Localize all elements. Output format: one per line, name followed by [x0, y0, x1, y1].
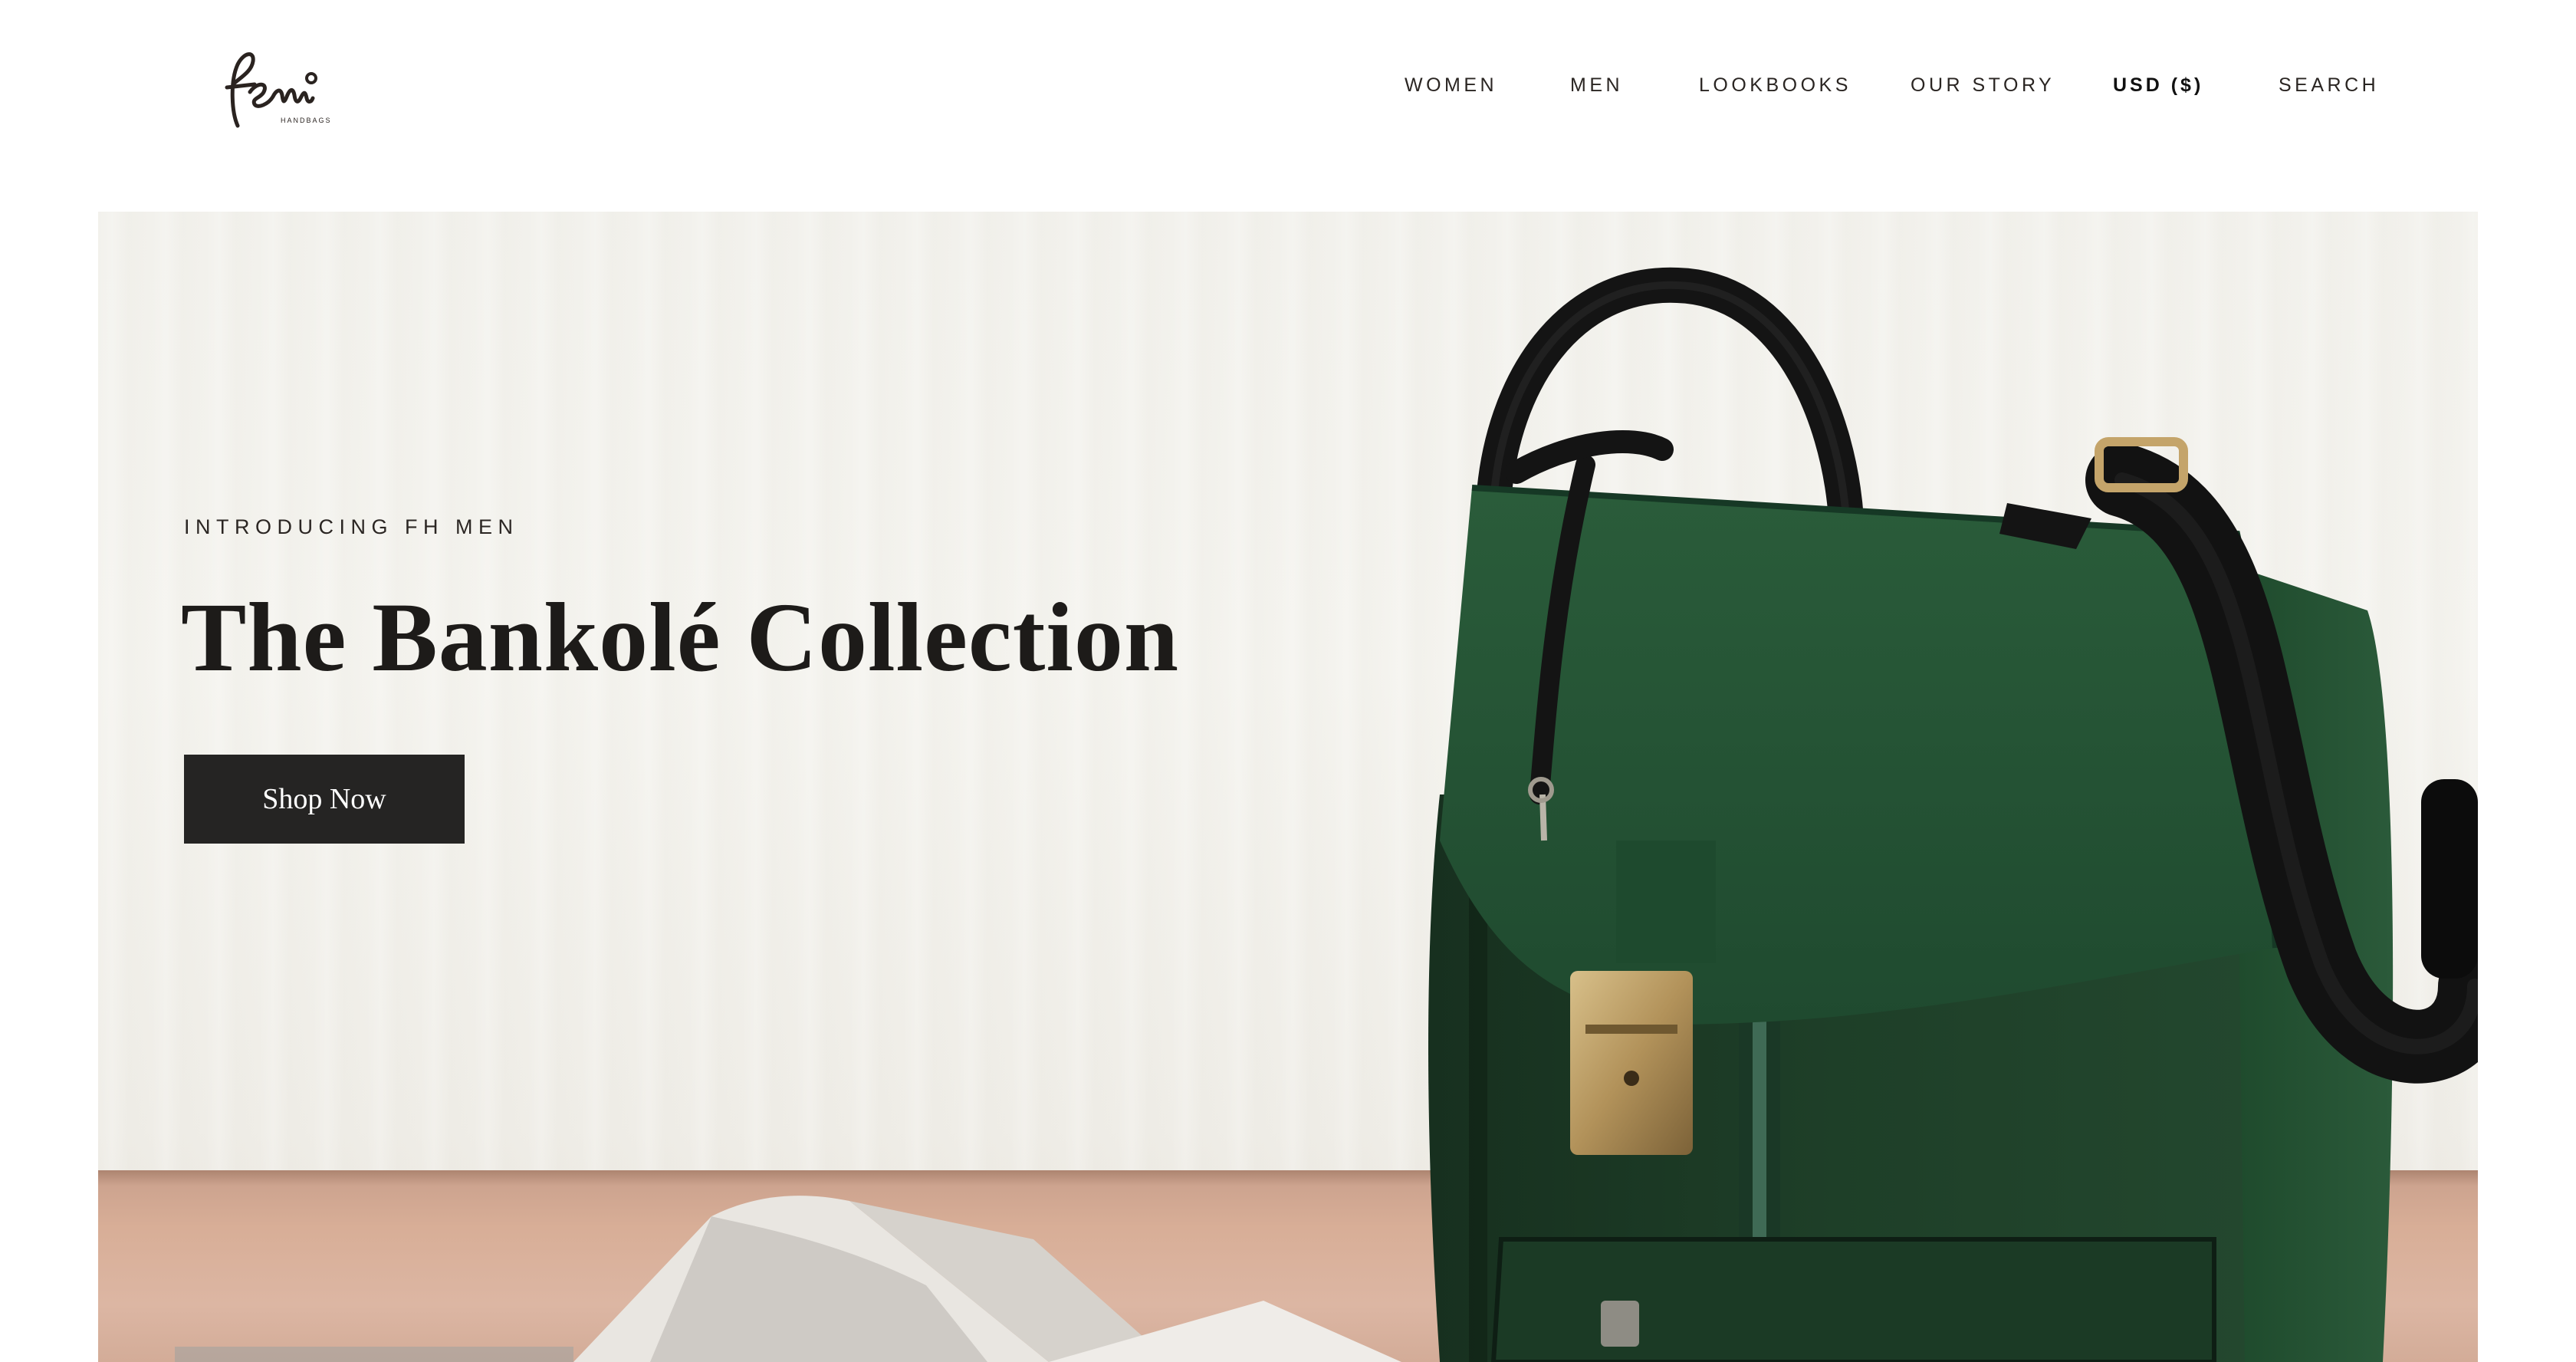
- shop-now-button[interactable]: Shop Now: [184, 755, 465, 844]
- hero-banner: INTRODUCING FH MEN The Bankolé Collectio…: [98, 212, 2478, 1362]
- hero-title: The Bankolé Collection: [181, 583, 1180, 692]
- nav-lookbooks[interactable]: LOOKBOOKS: [1699, 74, 1852, 97]
- nav-search[interactable]: SEARCH: [2279, 74, 2379, 97]
- nav-our-story[interactable]: OUR STORY: [1911, 74, 2055, 97]
- nav-men[interactable]: MEN: [1570, 74, 1623, 97]
- site-header: HANDBAGS WOMEN MEN LOOKBOOKS OUR STORY U…: [0, 0, 2576, 212]
- nav-women[interactable]: WOMEN: [1405, 74, 1497, 97]
- briefcase-image: [1428, 267, 2478, 1362]
- logo-subtext: HANDBAGS: [281, 117, 330, 124]
- main-nav: WOMEN MEN LOOKBOOKS OUR STORY USD ($) SE…: [0, 74, 2576, 97]
- currency-selector[interactable]: USD ($): [2113, 74, 2203, 97]
- hero-eyebrow: INTRODUCING FH MEN: [184, 515, 519, 538]
